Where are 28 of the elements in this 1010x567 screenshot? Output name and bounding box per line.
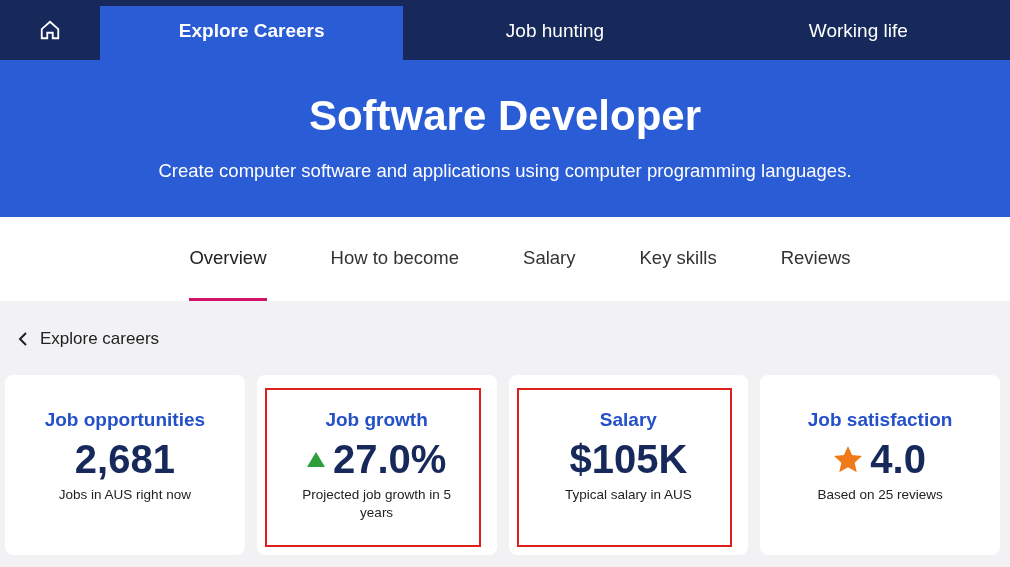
chevron-left-icon [18, 331, 28, 347]
page-title: Software Developer [308, 92, 702, 140]
stat-value: 4.0 [870, 437, 926, 482]
home-icon [39, 19, 61, 41]
stat-title: Job opportunities [44, 409, 206, 431]
stat-caption: Jobs in AUS right now [57, 486, 192, 504]
section-tab[interactable]: Overview [189, 217, 267, 301]
section-tab[interactable]: Salary [523, 217, 576, 301]
star-icon [834, 446, 863, 473]
stat-title: Job growth [325, 409, 428, 431]
up-triangle-icon [306, 452, 325, 467]
page-subtitle: Create computer software and applications using computer programming languages. [158, 160, 852, 182]
stat-caption: Based on 25 reviews [816, 486, 944, 504]
stat-title: Job satisfaction [807, 409, 953, 431]
nav-tab[interactable]: Explore Careers [100, 6, 404, 60]
section-tab[interactable]: Key skills [639, 217, 717, 301]
stat-value: $105K [569, 437, 688, 482]
back-link-label: Explore careers [40, 329, 160, 349]
stat-title: Salary [599, 409, 657, 431]
stat-value: 27.0% [332, 437, 447, 482]
stat-value: 2,681 [74, 437, 175, 482]
back-link[interactable]: Explore careers [18, 329, 160, 349]
section-tab[interactable]: Reviews [780, 217, 851, 301]
stat-caption: Projected job growth in 5 years [301, 486, 452, 522]
nav-tab[interactable]: Working life [706, 0, 1010, 60]
stat-caption: Typical salary in AUS [563, 486, 693, 504]
nav-tab[interactable]: Job hunting [403, 0, 707, 60]
section-tab[interactable]: How to become [330, 217, 460, 301]
